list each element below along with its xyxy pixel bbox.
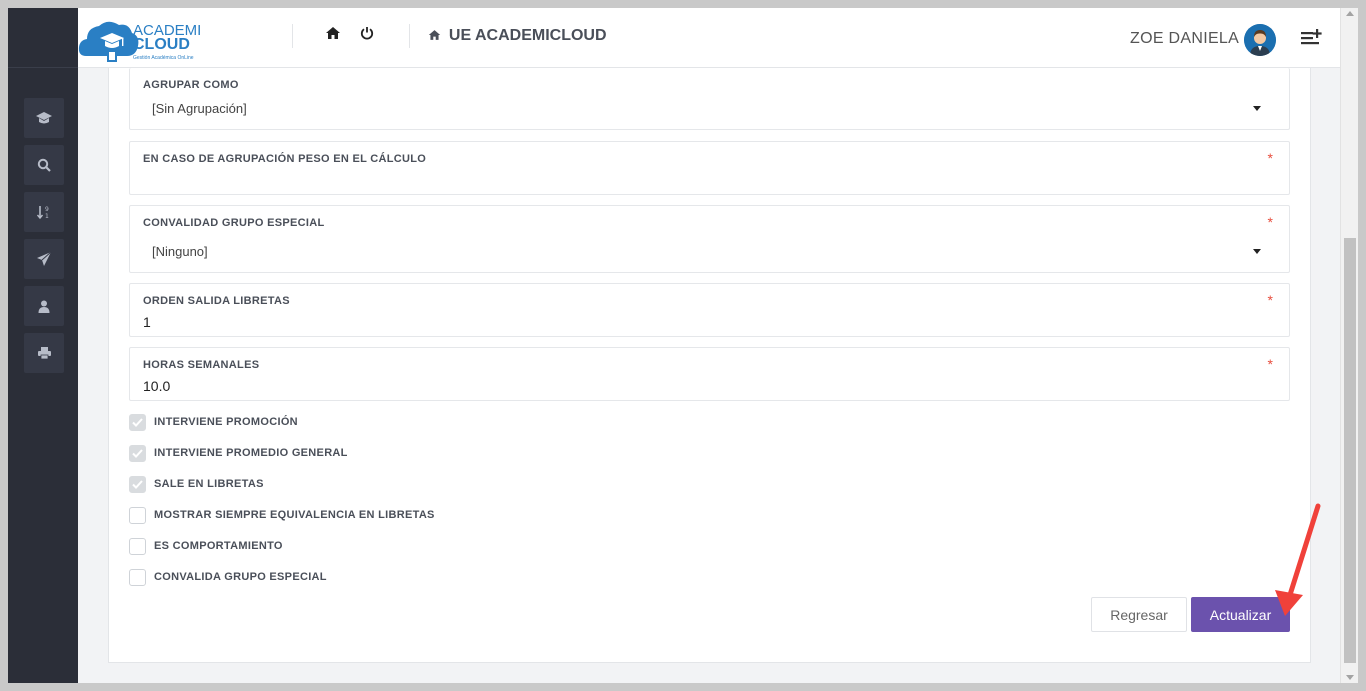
agrupar-como-field[interactable]: AGRUPAR COMO [Sin Agrupación] (129, 68, 1290, 130)
orden-salida-input[interactable]: 1 (143, 314, 151, 330)
orden-salida-label: ORDEN SALIDA LIBRETAS (143, 295, 290, 307)
checkbox[interactable] (129, 413, 146, 431)
sidebar-item-user[interactable] (24, 286, 64, 326)
checkbox-label: SALE EN LIBRETAS (154, 478, 264, 490)
sidebar: 91 (8, 8, 78, 683)
checkbox[interactable] (129, 475, 146, 493)
graduation-cap-icon (36, 112, 52, 124)
school-title[interactable]: UE ACADEMICLOUD (428, 27, 607, 45)
scrollbar-thumb[interactable] (1344, 238, 1356, 663)
checkbox-interviene-promocion[interactable]: INTERVIENE PROMOCIÓN (129, 413, 298, 431)
menu-plus-icon (1301, 29, 1322, 45)
sidebar-item-print[interactable] (24, 333, 64, 373)
top-header: ACADEMI CLOUD Gestión Académica OnLine U… (78, 8, 1340, 68)
required-marker: * (1267, 292, 1273, 308)
checkbox[interactable] (129, 568, 146, 586)
regresar-button[interactable]: Regresar (1091, 597, 1187, 632)
checkbox-es-comportamiento[interactable]: ES COMPORTAMIENTO (129, 537, 283, 555)
required-marker: * (1267, 356, 1273, 372)
send-icon (37, 251, 52, 266)
user-avatar-icon (1244, 24, 1276, 56)
convalidad-grupo-select[interactable]: [Ninguno] (152, 244, 208, 259)
menu-toggle-button[interactable] (1300, 28, 1322, 46)
print-icon (37, 347, 51, 360)
power-button[interactable] (360, 26, 374, 45)
home-icon (326, 27, 340, 39)
horas-semanales-field[interactable]: HORAS SEMANALES * 10.0 (129, 347, 1290, 401)
logo-tagline: Gestión Académica OnLine (133, 55, 194, 61)
orden-salida-field[interactable]: ORDEN SALIDA LIBRETAS * 1 (129, 283, 1290, 337)
checkbox[interactable] (129, 444, 146, 462)
scroll-down-icon[interactable] (1346, 675, 1354, 680)
annotation-arrow-icon (1275, 503, 1321, 616)
required-marker: * (1267, 150, 1273, 166)
chevron-down-icon[interactable] (1253, 106, 1261, 111)
checkbox-label: INTERVIENE PROMEDIO GENERAL (154, 447, 348, 459)
home-small-icon (428, 27, 445, 43)
checkbox[interactable] (129, 506, 146, 524)
sidebar-item-academic[interactable] (24, 98, 64, 138)
school-name: UE ACADEMICLOUD (448, 27, 607, 44)
checkbox-label: CONVALIDA GRUPO ESPECIAL (154, 571, 327, 583)
required-marker: * (1267, 214, 1273, 230)
sidebar-item-sort[interactable]: 91 (24, 192, 64, 232)
agrupar-como-select[interactable]: [Sin Agrupación] (152, 101, 247, 116)
home-button[interactable] (325, 26, 341, 45)
search-icon (37, 158, 51, 172)
checkbox-label: MOSTRAR SIEMPRE EQUIVALENCIA EN LIBRETAS (154, 509, 435, 521)
checkmark-icon (132, 479, 143, 489)
checkmark-icon (132, 417, 143, 427)
checkmark-icon (132, 448, 143, 458)
brand-logo[interactable]: ACADEMI CLOUD Gestión Académica OnLine (78, 16, 208, 62)
cloud-logo-icon (78, 21, 139, 62)
checkbox[interactable] (129, 537, 146, 555)
convalidad-grupo-field[interactable]: CONVALIDAD GRUPO ESPECIAL * [Ninguno] (129, 205, 1290, 273)
logo-line2: CLOUD (133, 36, 190, 53)
scroll-up-icon[interactable] (1346, 11, 1354, 16)
sidebar-item-search[interactable] (24, 145, 64, 185)
user-icon (38, 300, 50, 313)
svg-text:1: 1 (45, 213, 49, 220)
checkbox-mostrar-equivalencia[interactable]: MOSTRAR SIEMPRE EQUIVALENCIA EN LIBRETAS (129, 506, 435, 524)
horas-semanales-input[interactable]: 10.0 (143, 378, 170, 394)
checkbox-sale-libretas[interactable]: SALE EN LIBRETAS (129, 475, 264, 493)
checkbox-label: INTERVIENE PROMOCIÓN (154, 416, 298, 428)
checkbox-label: ES COMPORTAMIENTO (154, 540, 283, 552)
peso-calculo-label: EN CASO DE AGRUPACIÓN PESO EN EL CÁLCULO (143, 153, 427, 165)
page-scrollbar[interactable] (1340, 8, 1358, 683)
user-name[interactable]: ZOE DANIELA (1130, 30, 1239, 48)
app-window: 91 ACADEMI CLOUD Gestión Académica OnLin… (8, 8, 1358, 683)
agrupar-como-label: AGRUPAR COMO (143, 79, 239, 91)
power-icon (360, 27, 374, 40)
sidebar-item-send[interactable] (24, 239, 64, 279)
convalidad-grupo-label: CONVALIDAD GRUPO ESPECIAL (143, 217, 325, 229)
sort-numeric-icon: 91 (36, 206, 49, 220)
checkbox-interviene-promedio[interactable]: INTERVIENE PROMEDIO GENERAL (129, 444, 348, 462)
chevron-down-icon[interactable] (1253, 249, 1261, 254)
peso-calculo-field[interactable]: EN CASO DE AGRUPACIÓN PESO EN EL CÁLCULO… (129, 141, 1290, 195)
avatar[interactable] (1244, 24, 1276, 56)
checkbox-convalida-grupo[interactable]: CONVALIDA GRUPO ESPECIAL (129, 568, 327, 586)
horas-semanales-label: HORAS SEMANALES (143, 359, 260, 371)
svg-text:9: 9 (45, 206, 49, 213)
